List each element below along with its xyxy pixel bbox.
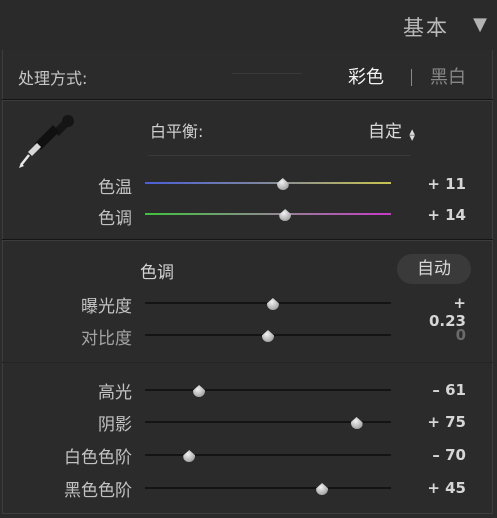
highlights-value[interactable]: – 61 xyxy=(412,381,466,399)
treatment-separator xyxy=(411,69,412,86)
treatment-divider xyxy=(232,73,302,74)
auto-button[interactable]: 自动 xyxy=(397,254,471,284)
whites-slider-track[interactable] xyxy=(145,454,391,456)
tint-label: 色调 xyxy=(98,209,132,229)
whites-label: 白色色阶 xyxy=(64,448,132,468)
up-down-arrows-icon: ▴ ▾ xyxy=(409,125,415,144)
white-balance-underline xyxy=(148,155,410,156)
section-divider-highlight xyxy=(2,100,493,101)
treatment-bw-option[interactable]: 黑白 xyxy=(430,63,466,89)
tone-header: 色调 xyxy=(140,263,174,283)
panel-header[interactable]: 基本 ▼ xyxy=(0,0,497,50)
temp-slider-track[interactable] xyxy=(145,182,391,184)
temp-label: 色温 xyxy=(98,178,132,198)
panel-title: 基本 xyxy=(403,16,449,40)
contrast-label: 对比度 xyxy=(81,329,132,349)
shadows-label: 阴影 xyxy=(98,415,132,435)
triangle-down-icon[interactable]: ▼ xyxy=(473,14,487,35)
highlights-slider-track[interactable] xyxy=(145,389,391,391)
highlights-label: 高光 xyxy=(98,383,132,403)
section-divider-highlight xyxy=(2,240,493,241)
tint-value[interactable]: + 14 xyxy=(412,206,466,224)
white-balance-select[interactable]: 自定 ▴ ▾ xyxy=(368,117,415,144)
tint-slider-track[interactable] xyxy=(145,213,391,215)
eyedropper-icon[interactable] xyxy=(14,110,78,172)
exposure-value[interactable]: + 0.23 xyxy=(412,294,466,330)
section-divider xyxy=(2,362,493,363)
temp-value[interactable]: + 11 xyxy=(412,175,466,193)
whites-value[interactable]: – 70 xyxy=(412,446,466,464)
treatment-label: 处理方式: xyxy=(18,69,88,88)
blacks-label: 黑色色阶 xyxy=(64,481,132,501)
contrast-value[interactable]: 0 xyxy=(412,326,466,344)
exposure-label: 曝光度 xyxy=(81,297,132,317)
blacks-value[interactable]: + 45 xyxy=(412,479,466,497)
white-balance-label: 白平衡: xyxy=(150,122,204,141)
shadows-value[interactable]: + 75 xyxy=(412,413,466,431)
treatment-color-option[interactable]: 彩色 xyxy=(348,63,384,89)
white-balance-value: 自定 xyxy=(368,122,402,142)
blacks-slider-track[interactable] xyxy=(145,487,391,489)
